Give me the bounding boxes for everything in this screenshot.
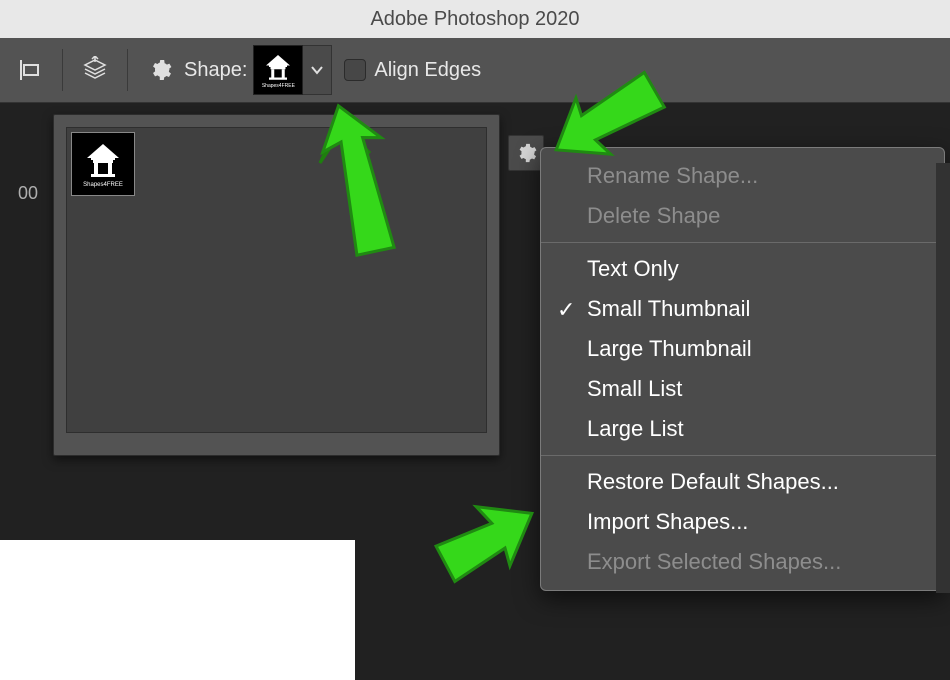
menu-separator bbox=[541, 242, 944, 243]
app-title: Adobe Photoshop 2020 bbox=[370, 8, 579, 31]
shape-picker-grid[interactable]: Shapes4FREE bbox=[66, 127, 487, 433]
menu-restore-default-shapes[interactable]: Restore Default Shapes... bbox=[541, 462, 944, 502]
options-bar: Shape: Shapes4FREE Align Edges bbox=[0, 38, 950, 103]
scrollbar[interactable] bbox=[936, 163, 950, 593]
shape-name-label: Shapes4FREE bbox=[262, 83, 295, 89]
align-left-icon[interactable] bbox=[16, 56, 44, 84]
window-title-bar: Adobe Photoshop 2020 bbox=[0, 0, 950, 38]
house-icon bbox=[263, 52, 293, 82]
menu-large-thumbnail[interactable]: Large Thumbnail bbox=[541, 329, 944, 369]
menu-separator bbox=[541, 455, 944, 456]
menu-text-only[interactable]: Text Only bbox=[541, 249, 944, 289]
divider bbox=[127, 49, 128, 91]
menu-export-selected-shapes: Export Selected Shapes... bbox=[541, 542, 944, 582]
gear-icon[interactable] bbox=[146, 56, 174, 84]
current-shape-thumbnail[interactable]: Shapes4FREE bbox=[253, 45, 303, 95]
menu-rename-shape: Rename Shape... bbox=[541, 156, 944, 196]
chevron-down-icon bbox=[310, 63, 324, 77]
layers-stack-icon[interactable] bbox=[81, 56, 109, 84]
shape-item-label: Shapes4FREE bbox=[83, 182, 123, 188]
gear-icon bbox=[515, 142, 537, 164]
house-icon bbox=[83, 140, 123, 180]
menu-import-shapes[interactable]: Import Shapes... bbox=[541, 502, 944, 542]
shape-picker-flyout: Shapes4FREE bbox=[53, 114, 500, 456]
shape-label: Shape: bbox=[184, 59, 247, 82]
ruler-fragment: 00 bbox=[0, 183, 38, 213]
check-icon: ✓ bbox=[557, 295, 575, 325]
menu-large-list[interactable]: Large List bbox=[541, 409, 944, 449]
shape-picker-settings-button[interactable] bbox=[508, 135, 544, 171]
canvas[interactable] bbox=[0, 540, 355, 680]
menu-delete-shape: Delete Shape bbox=[541, 196, 944, 236]
menu-small-thumbnail[interactable]: ✓Small Thumbnail bbox=[541, 289, 944, 329]
shape-thumbnail-item[interactable]: Shapes4FREE bbox=[71, 132, 135, 196]
shape-dropdown-toggle[interactable] bbox=[303, 45, 332, 95]
align-edges-label: Align Edges bbox=[374, 59, 481, 82]
align-edges-checkbox[interactable] bbox=[344, 59, 366, 81]
document-area: 00 Shapes4FREE Rename Shape... Delete Sh… bbox=[0, 103, 950, 680]
shape-settings-menu: Rename Shape... Delete Shape Text Only ✓… bbox=[540, 147, 945, 591]
divider bbox=[62, 49, 63, 91]
menu-small-list[interactable]: Small List bbox=[541, 369, 944, 409]
